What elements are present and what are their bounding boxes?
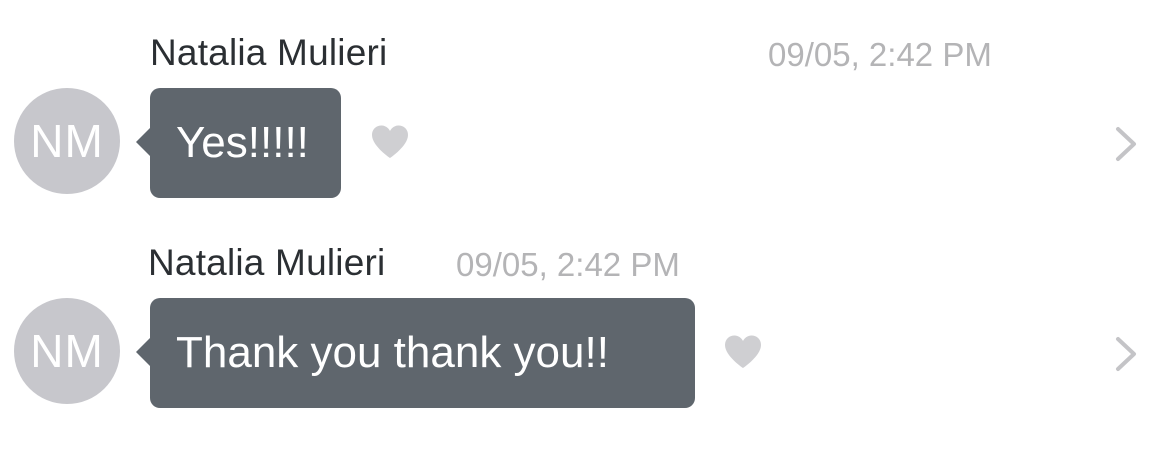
heart-icon[interactable] bbox=[370, 124, 410, 160]
heart-icon[interactable] bbox=[723, 334, 763, 370]
avatar[interactable]: NM bbox=[14, 88, 120, 194]
message-text: Thank you thank you!! bbox=[176, 328, 609, 377]
sender-name: Natalia Mulieri bbox=[148, 242, 386, 283]
chevron-right-icon[interactable] bbox=[1112, 334, 1140, 374]
message-bubble[interactable]: Yes!!!!! bbox=[136, 88, 341, 198]
message-timestamp: 09/05, 2:42 PM bbox=[768, 36, 992, 73]
message-row: Natalia Mulieri 09/05, 2:42 PM NM Yes!!!… bbox=[0, 0, 1170, 210]
message-timestamp: 09/05, 2:42 PM bbox=[456, 246, 680, 283]
avatar[interactable]: NM bbox=[14, 298, 120, 404]
chevron-right-icon[interactable] bbox=[1112, 124, 1140, 164]
message-bubble[interactable]: Thank you thank you!! bbox=[136, 298, 695, 408]
message-row: Natalia Mulieri 09/05, 2:42 PM NM Thank … bbox=[0, 210, 1170, 457]
message-text: Yes!!!!! bbox=[176, 118, 309, 167]
sender-name: Natalia Mulieri bbox=[150, 32, 388, 73]
